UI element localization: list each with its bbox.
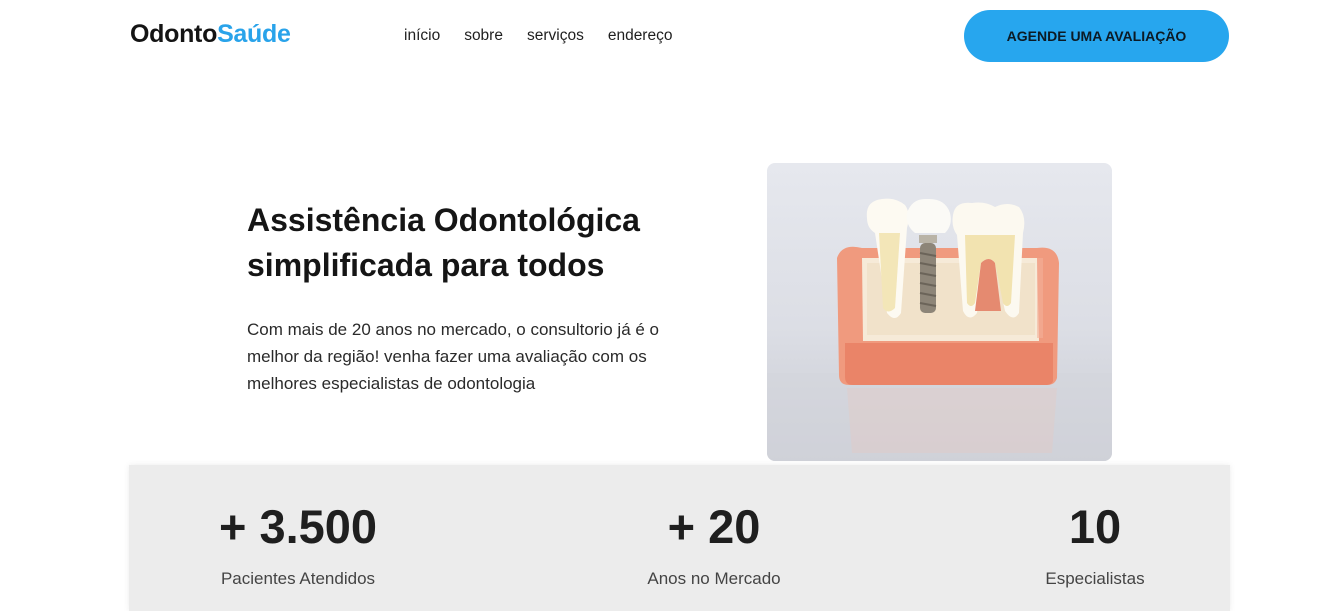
hero-text-line3: melhores especialistas de odontologia (247, 374, 536, 393)
nav-link-servicos[interactable]: serviços (527, 27, 584, 45)
hero-text-line2: melhor da região! venha fazer uma avalia… (247, 347, 647, 366)
stat-years-label: Anos no Mercado (647, 569, 781, 588)
hero-text-line1: Com mais de 20 anos no mercado, o consul… (247, 320, 660, 339)
nav-link-inicio[interactable]: início (404, 27, 440, 45)
stat-patients-value: + 3.500 (218, 500, 378, 553)
schedule-evaluation-button[interactable]: AGENDE UMA AVALIAÇÃO (964, 10, 1229, 62)
dental-model-illustration (767, 198, 1112, 461)
stat-patients-label: Pacientes Atendidos (220, 569, 376, 588)
implant-screw (919, 243, 937, 313)
dental-implant-model-image (767, 163, 1112, 461)
stats-section: + 3.500 Pacientes Atendidos + 20 Anos no… (129, 465, 1230, 611)
stat-years-value: + 20 (667, 500, 761, 553)
main-nav: início sobre serviços endereço (404, 27, 696, 45)
stat-specialists: 10 Especialistas (945, 465, 1245, 589)
logo-text-odonto: Odonto (130, 20, 218, 48)
stat-specialists-label: Especialistas (1045, 569, 1145, 588)
nav-link-endereco[interactable]: endereço (608, 27, 673, 45)
stat-years: + 20 Anos no Mercado (564, 465, 864, 589)
site-header: OdontoSaúde início sobre serviços endere… (0, 0, 1339, 74)
hero-title-line2: simplificada para todos (247, 247, 605, 283)
stat-patients: + 3.500 Pacientes Atendidos (148, 465, 448, 589)
hero-title: Assistência Odontológica simplificada pa… (247, 198, 727, 288)
stat-specialists-value: 10 (1068, 500, 1122, 553)
logo-text-saude: Saúde (217, 20, 291, 48)
hero-description: Com mais de 20 anos no mercado, o consul… (247, 316, 717, 397)
hero-title-line1: Assistência Odontológica (247, 202, 640, 238)
logo[interactable]: OdontoSaúde (130, 20, 291, 49)
nav-link-sobre[interactable]: sobre (464, 27, 503, 45)
